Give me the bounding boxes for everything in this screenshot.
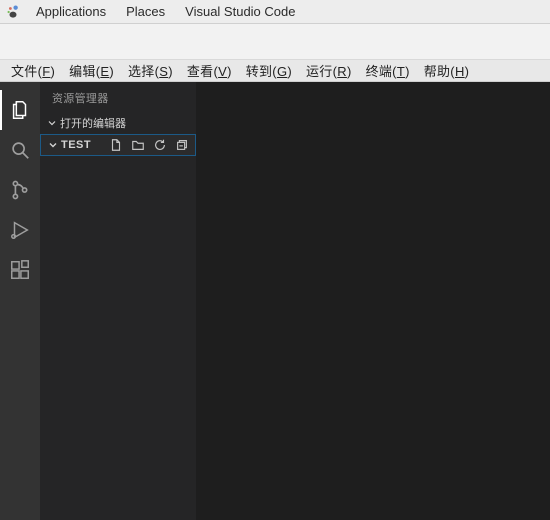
new-file-icon[interactable] <box>109 138 123 152</box>
menu-terminal[interactable]: 终端(T) <box>359 61 417 80</box>
source-control-icon <box>9 179 31 201</box>
menu-view[interactable]: 查看(V) <box>180 61 239 80</box>
gnome-foot-icon <box>6 5 20 19</box>
folder-actions <box>109 138 189 152</box>
sidebar-title: 资源管理器 <box>40 82 196 112</box>
menu-file[interactable]: 文件(F) <box>4 61 62 80</box>
chevron-down-icon <box>46 117 58 129</box>
vscode-menu-bar: 文件(F) 编辑(E) 选择(S) 查看(V) 转到(G) 运行(R) 终端(T… <box>0 60 550 82</box>
search-icon <box>9 139 31 161</box>
open-editors-section[interactable]: 打开的编辑器 <box>40 112 196 134</box>
workspace-folder-name: TEST <box>61 139 91 151</box>
activity-bar <box>0 82 40 520</box>
editor-area <box>196 82 550 520</box>
menu-run[interactable]: 运行(R) <box>299 61 359 80</box>
explorer-sidebar: 资源管理器 打开的编辑器 TEST <box>40 82 196 520</box>
menu-help[interactable]: 帮助(H) <box>417 61 477 80</box>
refresh-icon[interactable] <box>153 138 167 152</box>
open-editors-label: 打开的编辑器 <box>60 115 126 131</box>
collapse-all-icon[interactable] <box>175 138 189 152</box>
files-icon <box>9 99 31 121</box>
menu-edit[interactable]: 编辑(E) <box>62 61 121 80</box>
new-folder-icon[interactable] <box>131 138 145 152</box>
places-menu[interactable]: Places <box>116 4 175 19</box>
activity-extensions[interactable] <box>0 250 40 290</box>
activity-source-control[interactable] <box>0 170 40 210</box>
activity-search[interactable] <box>0 130 40 170</box>
window-titlebar-area <box>0 24 550 60</box>
applications-menu[interactable]: Applications <box>26 4 116 19</box>
debug-icon <box>9 219 31 241</box>
chevron-down-icon <box>47 139 59 151</box>
workspace-folder-section[interactable]: TEST <box>40 134 196 156</box>
activity-run-debug[interactable] <box>0 210 40 250</box>
menu-select[interactable]: 选择(S) <box>121 61 180 80</box>
extensions-icon <box>9 259 31 281</box>
window-title: Visual Studio Code <box>175 4 305 19</box>
desktop-top-bar: Applications Places Visual Studio Code <box>0 0 550 24</box>
activity-explorer[interactable] <box>0 90 40 130</box>
menu-go[interactable]: 转到(G) <box>239 61 299 80</box>
